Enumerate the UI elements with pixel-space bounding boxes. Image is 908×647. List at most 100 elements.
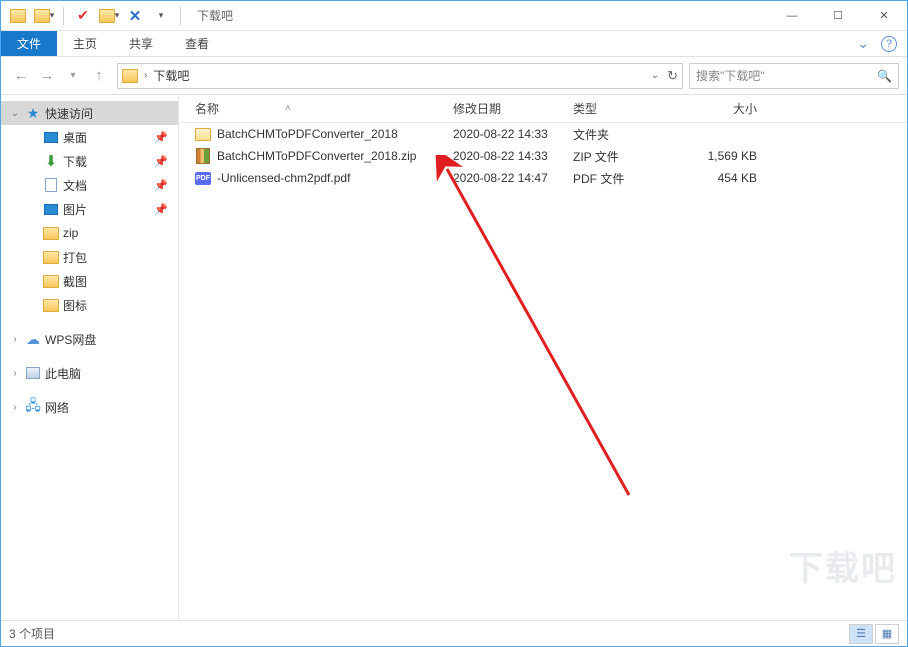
tab-file[interactable]: 文件 (1, 31, 57, 56)
sidebar-item-label: 桌面 (63, 129, 87, 146)
tab-share[interactable]: 共享 (113, 31, 169, 56)
minimize-button[interactable]: — (769, 1, 815, 31)
ribbon-expand-icon[interactable]: ⌄ (857, 35, 869, 52)
view-details-button[interactable]: ☰ (849, 624, 873, 644)
up-button[interactable]: ↑ (87, 64, 111, 88)
sidebar-item[interactable]: 文档 📌 (19, 173, 178, 197)
sidebar-item-label: 图标 (63, 297, 87, 314)
maximize-button[interactable]: ☐ (815, 1, 861, 31)
forward-button[interactable]: → (35, 64, 59, 88)
file-row[interactable]: BatchCHMToPDFConverter_2018 2020-08-22 14… (179, 123, 907, 145)
chevron-down-icon[interactable]: ⌄ (9, 108, 21, 119)
sidebar-network[interactable]: › 🖧 网络 (1, 395, 178, 419)
chevron-right-icon[interactable]: › (9, 334, 21, 345)
address-dropdown-icon[interactable]: ⌄ (651, 70, 659, 81)
sidebar-item-label: 截图 (63, 273, 87, 290)
pin-icon: 📌 (154, 131, 168, 144)
file-size: 454 KB (675, 171, 765, 185)
cloud-icon: ☁ (25, 331, 41, 347)
file-type: 文件夹 (565, 126, 675, 143)
refresh-icon[interactable]: ↻ (667, 68, 678, 84)
column-name[interactable]: 名称˄ (187, 100, 445, 117)
window-title: 下载吧 (197, 7, 233, 24)
folder-icon (195, 126, 211, 142)
sidebar-item[interactable]: ⬇下载 📌 (19, 149, 178, 173)
help-icon[interactable]: ? (881, 36, 897, 52)
file-type: PDF 文件 (565, 170, 675, 187)
chevron-right-icon[interactable]: › (144, 70, 147, 81)
column-date[interactable]: 修改日期 (445, 100, 565, 117)
sidebar-item-label: zip (63, 226, 78, 240)
sidebar-this-pc[interactable]: › 此电脑 (1, 361, 178, 385)
breadcrumb-segment[interactable]: 下载吧 (153, 67, 189, 84)
zip-icon (195, 148, 211, 164)
folder-icon (43, 297, 59, 313)
file-date: 2020-08-22 14:33 (445, 149, 565, 163)
address-folder-icon (122, 69, 138, 83)
qat-delete-button[interactable]: ✕ (124, 5, 146, 27)
file-date: 2020-08-22 14:33 (445, 127, 565, 141)
search-icon: 🔍 (877, 69, 892, 83)
sidebar-item[interactable]: 桌面 📌 (19, 125, 178, 149)
file-name: BatchCHMToPDFConverter_2018 (217, 127, 398, 141)
star-icon: ★ (25, 105, 41, 121)
desktop-icon (43, 129, 59, 145)
down-icon: ⬇ (43, 153, 59, 169)
doc-icon (43, 177, 59, 193)
pin-icon: 📌 (154, 203, 168, 216)
qat-newfolder-dropdown[interactable]: ▾ (98, 5, 120, 27)
network-icon: 🖧 (25, 399, 41, 415)
search-input[interactable]: 搜索"下载吧" 🔍 (689, 63, 899, 89)
sidebar-item-label: 打包 (63, 249, 87, 266)
close-button[interactable]: ✕ (861, 1, 907, 31)
pin-icon: 📌 (154, 179, 168, 192)
pin-icon: 📌 (154, 155, 168, 168)
sidebar-item[interactable]: 图标 (19, 293, 178, 317)
sidebar-item[interactable]: zip (19, 221, 178, 245)
sort-indicator-icon: ˄ (285, 103, 291, 114)
file-name: BatchCHMToPDFConverter_2018.zip (217, 149, 416, 163)
folder-icon (7, 5, 29, 27)
address-bar[interactable]: › 下载吧 ⌄ ↻ (117, 63, 683, 89)
file-list-area: 名称˄ 修改日期 类型 大小 BatchCHMToPDFConverter_20… (179, 95, 907, 620)
tab-home[interactable]: 主页 (57, 31, 113, 56)
sidebar-label: 快速访问 (45, 105, 93, 122)
sidebar-item-label: 下载 (63, 153, 87, 170)
file-row[interactable]: PDF-Unlicensed-chm2pdf.pdf2020-08-22 14:… (179, 167, 907, 189)
sidebar-item[interactable]: 图片 📌 (19, 197, 178, 221)
sidebar-item[interactable]: 打包 (19, 245, 178, 269)
back-button[interactable]: ← (9, 64, 33, 88)
chevron-right-icon[interactable]: › (9, 402, 21, 413)
file-date: 2020-08-22 14:47 (445, 171, 565, 185)
sidebar-item-label: 图片 (63, 201, 87, 218)
navigation-pane: ⌄ ★ 快速访问 桌面 📌 ⬇下载 📌 文档 📌 图片 📌 zip 打包截图图标 › ☁ WPS网… (1, 95, 179, 620)
navigation-bar: ← → ▾ ↑ › 下载吧 ⌄ ↻ 搜索"下载吧" 🔍 (1, 57, 907, 95)
search-placeholder: 搜索"下载吧" (696, 67, 765, 84)
history-dropdown[interactable]: ▾ (61, 64, 85, 88)
tab-view[interactable]: 查看 (169, 31, 225, 56)
column-headers: 名称˄ 修改日期 类型 大小 (179, 95, 907, 123)
sidebar-quick-access[interactable]: ⌄ ★ 快速访问 (1, 101, 178, 125)
file-row[interactable]: BatchCHMToPDFConverter_2018.zip 2020-08-2… (179, 145, 907, 167)
status-item-count: 3 个项目 (9, 625, 55, 642)
ribbon-tabs: 文件 主页 共享 查看 ⌄ ? (1, 31, 907, 57)
sidebar-wps[interactable]: › ☁ WPS网盘 (1, 327, 178, 351)
sidebar-item-label: 文档 (63, 177, 87, 194)
file-type: ZIP 文件 (565, 148, 675, 165)
pc-icon (25, 365, 41, 381)
qat-customize-dropdown[interactable]: ▾ (150, 5, 172, 27)
file-size: 1,569 KB (675, 149, 765, 163)
chevron-right-icon[interactable]: › (9, 368, 21, 379)
qat-folder-dropdown[interactable]: ▾ (33, 5, 55, 27)
column-type[interactable]: 类型 (565, 100, 675, 117)
column-size[interactable]: 大小 (675, 100, 765, 117)
qat-properties-button[interactable]: ✔ (72, 5, 94, 27)
title-bar: ▾ ✔ ▾ ✕ ▾ 下载吧 — ☐ ✕ (1, 1, 907, 31)
folder-icon (43, 225, 59, 241)
sidebar-item[interactable]: 截图 (19, 269, 178, 293)
sidebar-label: 网络 (45, 399, 69, 416)
sidebar-label: WPS网盘 (45, 331, 96, 348)
view-large-button[interactable]: ▦ (875, 624, 899, 644)
folder-icon (43, 249, 59, 265)
status-bar: 3 个项目 ☰ ▦ (1, 620, 907, 646)
